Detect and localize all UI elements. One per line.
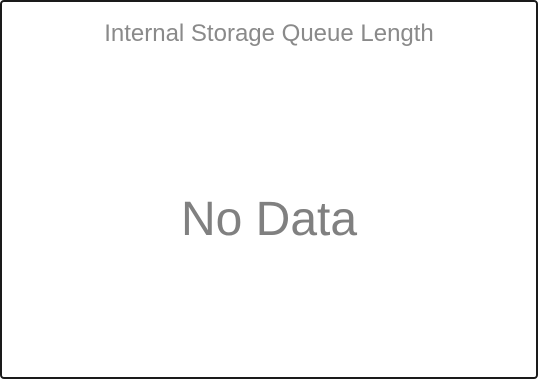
no-data-message: No Data (180, 193, 358, 246)
dashboard-panel: Internal Storage Queue Length No Data (0, 0, 538, 379)
panel-title: Internal Storage Queue Length (104, 20, 434, 47)
